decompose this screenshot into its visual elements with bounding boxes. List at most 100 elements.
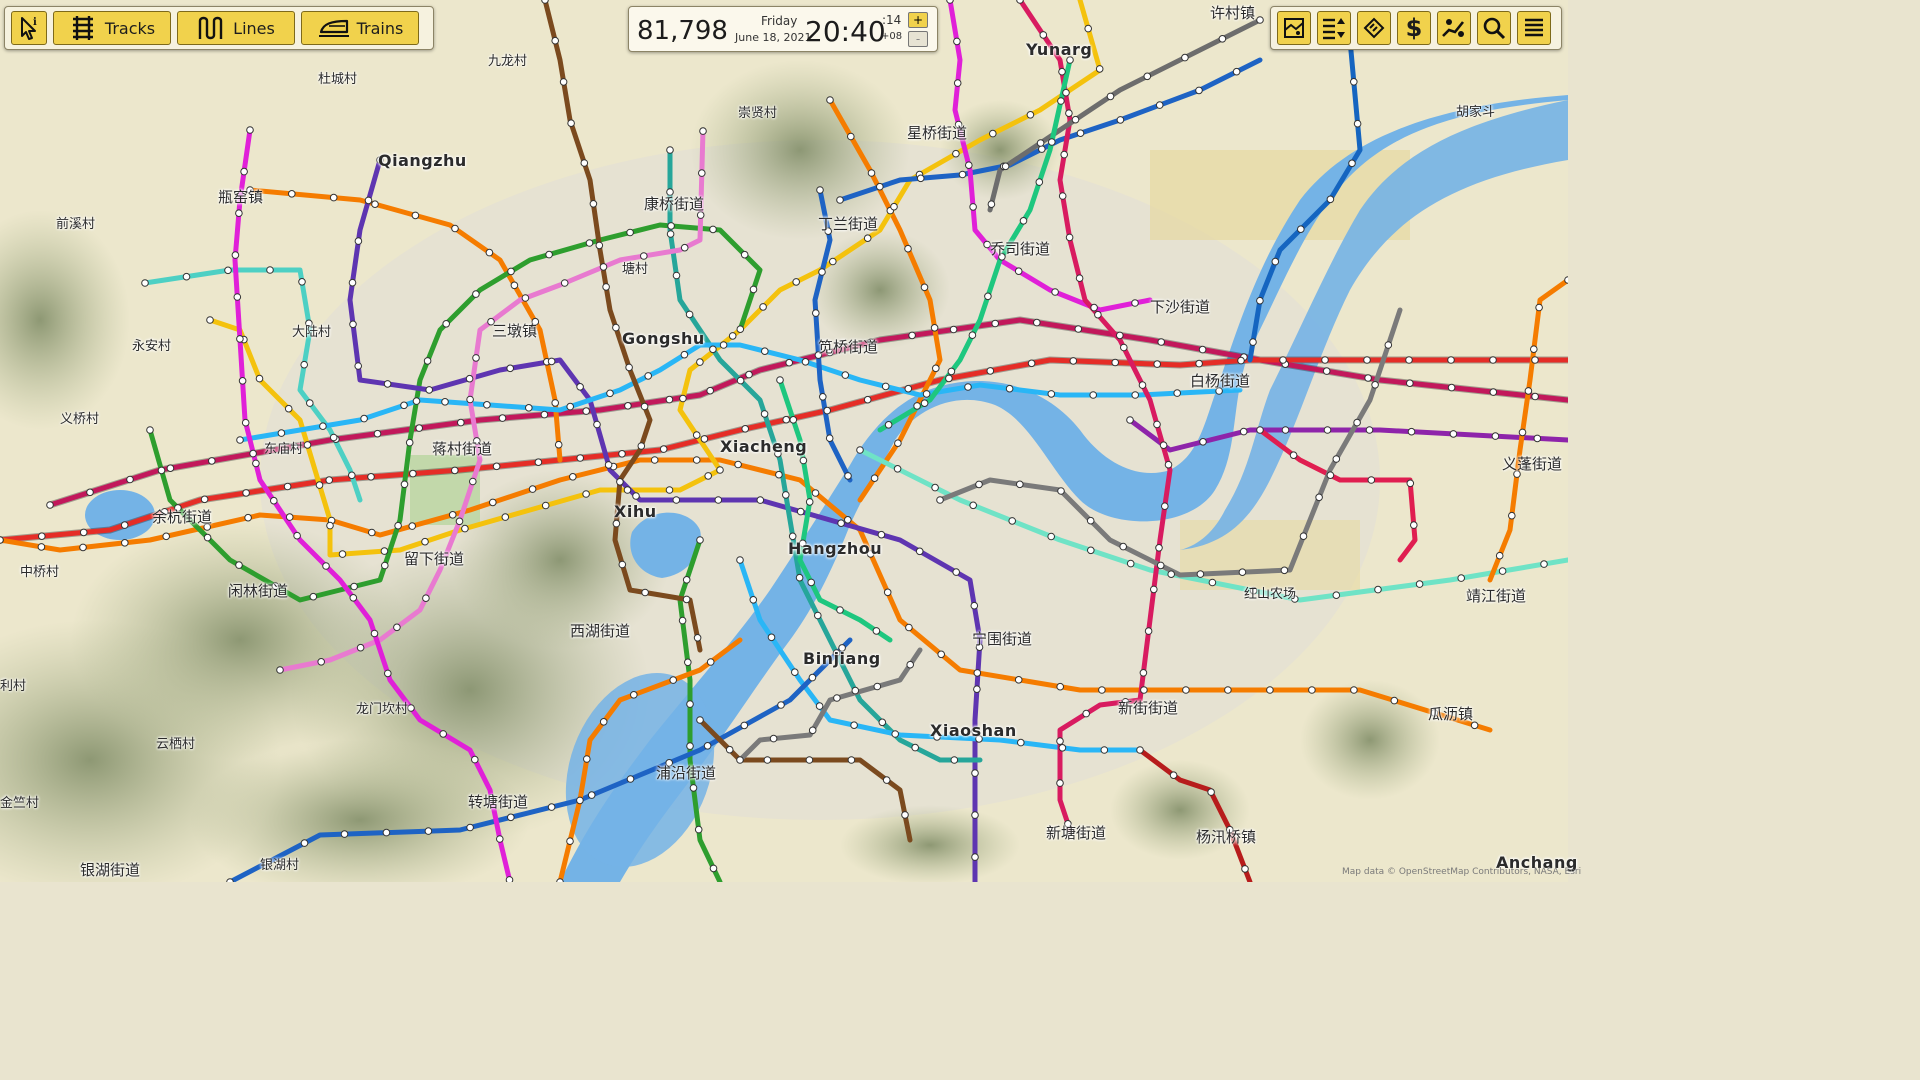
station-dot[interactable] xyxy=(1161,502,1169,511)
station-dot[interactable] xyxy=(882,776,891,784)
station-dot[interactable] xyxy=(394,521,402,530)
station-dot[interactable] xyxy=(556,878,564,882)
station-dot[interactable] xyxy=(1075,274,1084,283)
station-dot[interactable] xyxy=(425,386,434,394)
station-dot[interactable] xyxy=(1405,356,1413,364)
station-dot[interactable] xyxy=(1232,67,1241,76)
station-dot[interactable] xyxy=(409,469,417,478)
station-dot[interactable] xyxy=(1106,92,1115,101)
station-dot[interactable] xyxy=(1076,129,1085,137)
station-dot[interactable] xyxy=(1363,356,1371,364)
station-dot[interactable] xyxy=(541,0,549,4)
station-dot[interactable] xyxy=(241,418,250,427)
station-dot[interactable] xyxy=(1332,591,1341,600)
station-dot[interactable] xyxy=(451,224,459,233)
station-dot[interactable] xyxy=(1047,390,1056,398)
station-dot[interactable] xyxy=(1297,225,1305,233)
station-dot[interactable] xyxy=(235,561,243,569)
station-dot[interactable] xyxy=(224,266,232,275)
station-dot[interactable] xyxy=(1058,744,1067,752)
station-dot[interactable] xyxy=(844,472,852,480)
station-dot[interactable] xyxy=(448,511,457,519)
station-dot[interactable] xyxy=(870,474,879,483)
station-dot[interactable] xyxy=(685,310,694,319)
station-dot[interactable] xyxy=(1256,426,1264,434)
station-dot[interactable] xyxy=(466,823,474,832)
station-dot[interactable] xyxy=(863,234,872,242)
station-dot[interactable] xyxy=(381,561,389,570)
station-dot[interactable] xyxy=(692,431,701,439)
station-dot[interactable] xyxy=(1498,567,1507,575)
station-dot[interactable] xyxy=(692,456,701,464)
station-dot[interactable] xyxy=(236,436,244,444)
station-dot[interactable] xyxy=(641,588,649,597)
station-dot[interactable] xyxy=(694,825,703,834)
station-dot[interactable] xyxy=(782,491,790,499)
station-dot[interactable] xyxy=(1017,738,1025,747)
station-dot[interactable] xyxy=(400,401,408,410)
station-dot[interactable] xyxy=(599,263,608,271)
station-dot[interactable] xyxy=(829,257,837,266)
station-dot[interactable] xyxy=(1087,546,1095,555)
speed-up-button[interactable]: + xyxy=(908,12,928,28)
station-dot[interactable] xyxy=(46,501,54,509)
station-dot[interactable] xyxy=(932,364,940,373)
station-dot[interactable] xyxy=(911,743,920,752)
station-dot[interactable] xyxy=(836,196,844,204)
finances-button[interactable]: $ xyxy=(1397,11,1431,45)
station-dot[interactable] xyxy=(461,524,469,533)
station-dot[interactable] xyxy=(1308,686,1316,694)
station-dot[interactable] xyxy=(457,418,465,427)
station-dot[interactable] xyxy=(1086,516,1095,525)
station-dot[interactable] xyxy=(348,471,356,480)
station-dot[interactable] xyxy=(841,371,850,379)
search-button[interactable] xyxy=(1477,11,1511,45)
station-dot[interactable] xyxy=(696,716,704,724)
station-dot[interactable] xyxy=(1090,303,1098,312)
station-dot[interactable] xyxy=(1058,192,1067,200)
station-dot[interactable] xyxy=(1237,356,1245,365)
station-dot[interactable] xyxy=(249,449,257,458)
station-dot[interactable] xyxy=(1058,67,1066,76)
station-dot[interactable] xyxy=(1195,359,1203,368)
station-dot[interactable] xyxy=(612,323,620,332)
station-dot[interactable] xyxy=(489,498,497,507)
station-dot[interactable] xyxy=(659,445,668,453)
station-dot[interactable] xyxy=(326,521,334,530)
station-dot[interactable] xyxy=(666,146,674,154)
station-dot[interactable] xyxy=(235,209,243,217)
station-dot[interactable] xyxy=(1098,686,1106,694)
station-dot[interactable] xyxy=(551,36,560,45)
station-dot[interactable] xyxy=(547,357,556,366)
station-dot[interactable] xyxy=(971,769,979,777)
station-dot[interactable] xyxy=(666,230,675,238)
station-dot[interactable] xyxy=(510,281,519,290)
station-dot[interactable] xyxy=(811,489,820,497)
station-dot[interactable] xyxy=(1144,627,1153,635)
station-dot[interactable] xyxy=(920,399,929,408)
demand-button[interactable] xyxy=(1437,11,1471,45)
station-dot[interactable] xyxy=(894,439,902,448)
station-dot[interactable] xyxy=(276,666,284,674)
station-dot[interactable] xyxy=(583,755,591,763)
station-dot[interactable] xyxy=(825,434,834,443)
menu-button[interactable] xyxy=(1517,11,1551,45)
station-dot[interactable] xyxy=(485,248,494,257)
station-dot[interactable] xyxy=(203,533,212,542)
station-dot[interactable] xyxy=(501,513,510,521)
map-layers-button[interactable] xyxy=(1277,11,1311,45)
station-dot[interactable] xyxy=(696,358,704,366)
station-dot[interactable] xyxy=(1371,381,1379,389)
station-dot[interactable] xyxy=(1280,566,1289,575)
station-dot[interactable] xyxy=(405,438,414,447)
station-dot[interactable] xyxy=(382,828,391,837)
station-dot[interactable] xyxy=(1156,561,1165,570)
station-dot[interactable] xyxy=(1367,476,1376,484)
station-dot[interactable] xyxy=(1047,532,1055,541)
station-dot[interactable] xyxy=(1094,310,1102,319)
station-dot[interactable] xyxy=(1322,367,1331,375)
station-dot[interactable] xyxy=(623,486,632,494)
station-dot[interactable] xyxy=(777,701,785,709)
station-dot[interactable] xyxy=(38,532,46,541)
station-dot[interactable] xyxy=(736,376,745,385)
